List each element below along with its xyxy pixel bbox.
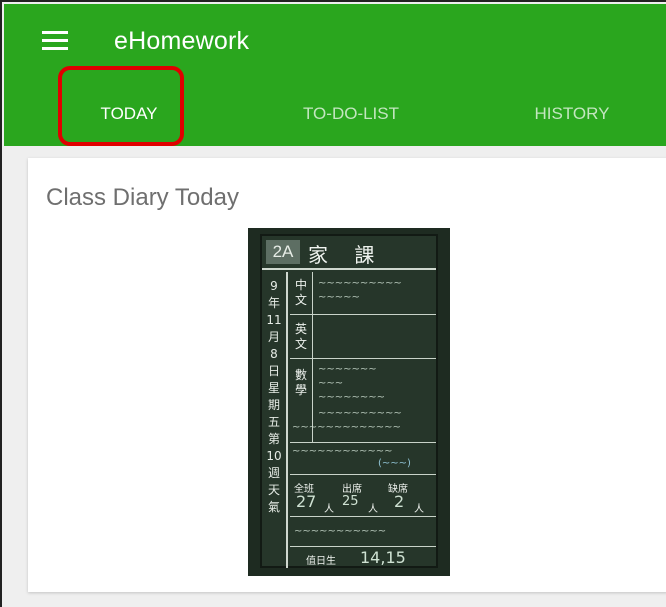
date-char: 期: [267, 398, 280, 412]
date-char: 氣: [267, 500, 280, 514]
date-char: 五: [267, 415, 280, 429]
tab-today[interactable]: TODAY: [64, 94, 194, 134]
attendance-value-total: 27: [296, 492, 317, 511]
chalk-scribble: ~~~~~~~~~~~~: [292, 446, 393, 457]
date-char: 年: [267, 296, 280, 310]
app-title: eHomework: [114, 27, 250, 55]
attendance-value-present: 25: [342, 494, 359, 509]
attendance-unit: 人: [324, 504, 334, 515]
date-char: 星: [267, 381, 280, 395]
chalk-scribble: ~~~~~~~~~~: [318, 278, 402, 289]
class-diary-photo[interactable]: 2A 家 課 9 年 11 月 8 日 星 期 五 第 10 週 天 氣 中文 …: [248, 228, 450, 576]
class-tag: 2A: [266, 240, 300, 264]
board-rule: [290, 358, 436, 359]
board-header: 2A 家 課: [262, 236, 436, 270]
tab-history[interactable]: HISTORY: [504, 94, 640, 134]
date-char: 週: [267, 466, 280, 480]
chalk-scribble: ~~~~~: [318, 292, 360, 303]
blackboard: 2A 家 課 9 年 11 月 8 日 星 期 五 第 10 週 天 氣 中文 …: [260, 234, 438, 568]
attendance-value-absent: 2: [394, 492, 405, 511]
date-char: 日: [267, 364, 280, 378]
subject-english: 英文: [294, 322, 307, 351]
date-column: 9 年 11 月 8 日 星 期 五 第 10 週 天 氣: [262, 272, 288, 568]
board-heading: 家 課: [308, 243, 385, 267]
chalk-scribble: ~~~~~~~~: [318, 392, 386, 403]
duty-label: 值日生: [306, 556, 336, 567]
subject-math: 數學: [294, 368, 307, 397]
tab-bar: TODAY TO-DO-LIST HISTORY: [4, 94, 666, 134]
screen-frame: eHomework TODAY TO-DO-LIST HISTORY Class…: [0, 0, 666, 607]
chalk-scribble: ~~~~~~~: [318, 364, 377, 375]
board-rule: [290, 546, 436, 547]
date-char: 11: [266, 313, 282, 327]
chalk-scribble: ~~~: [318, 378, 344, 389]
attendance-unit: 人: [414, 504, 424, 515]
attendance-label-present: 出席: [342, 484, 362, 495]
date-char: 第: [267, 432, 280, 446]
tab-to-do-list[interactable]: TO-DO-LIST: [266, 94, 436, 134]
chalk-scribble: ~~~~~~~~~~~: [294, 526, 387, 537]
date-char: 10: [266, 449, 282, 463]
board-rule: [290, 474, 436, 475]
chalk-scribble: ~~~~~~~~~~: [318, 408, 402, 419]
board-rule: [290, 442, 436, 443]
date-char: 9: [270, 279, 278, 293]
chalk-scribble: (~~~): [378, 458, 411, 469]
attendance-unit: 人: [368, 504, 378, 515]
date-char: 8: [270, 347, 278, 361]
class-diary-card: Class Diary Today 2A 家 課 9 年 11 月 8 日 星 …: [28, 158, 666, 592]
chalk-scribble: ~~~~~~~~~~~~~: [292, 422, 401, 433]
subject-chinese: 中文: [294, 278, 307, 307]
card-title: Class Diary Today: [46, 184, 239, 211]
board-rule: [290, 314, 436, 315]
date-char: 月: [267, 330, 280, 344]
duty-value: 14,15: [360, 548, 406, 567]
board-rule: [290, 516, 436, 517]
date-char: 天: [267, 483, 280, 497]
hamburger-menu-icon[interactable]: [42, 31, 68, 51]
app-bar: eHomework TODAY TO-DO-LIST HISTORY: [4, 4, 666, 146]
board-divider: [312, 272, 313, 442]
